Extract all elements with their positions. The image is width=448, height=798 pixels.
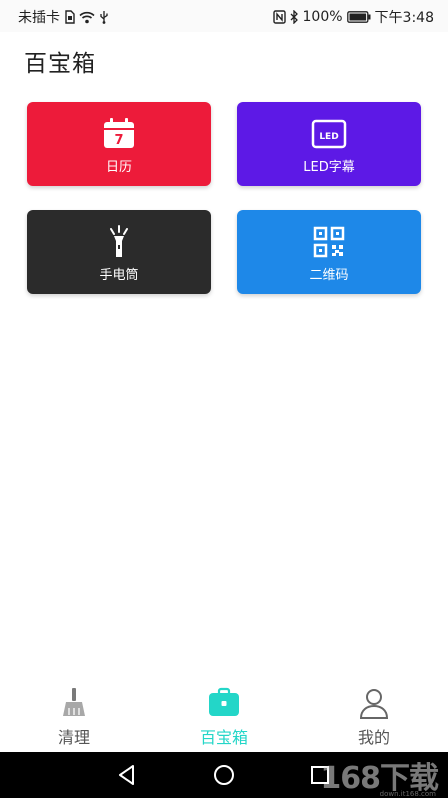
status-right: 100% 下午3:48 <box>272 7 434 27</box>
toolbox-icon <box>207 686 241 720</box>
nfc-icon <box>272 10 286 24</box>
status-left: 未插卡 <box>18 7 109 27</box>
nav-item-mine[interactable]: 我的 <box>314 680 434 752</box>
qrcode-label: 二维码 <box>309 268 349 283</box>
status-bar: 未插卡 100% 下午3:48 <box>0 0 448 32</box>
calendar-icon-day: 7 <box>114 133 123 148</box>
watermark-logo: 168下载 down.it168.com <box>320 754 439 798</box>
usb-icon <box>99 10 109 24</box>
led-icon-text: LED <box>319 132 338 142</box>
calendar-icon: 7 <box>101 116 137 152</box>
nav-label-mine: 我的 <box>357 728 390 747</box>
flashlight-icon <box>101 224 137 260</box>
home-icon <box>201 763 247 787</box>
nav-label-toolbox: 百宝箱 <box>199 728 248 747</box>
qrcode-icon <box>311 224 347 260</box>
nav-item-toolbox[interactable]: 百宝箱 <box>164 680 284 752</box>
wifi-icon <box>79 11 95 24</box>
watermark-sub: down.it168.com <box>379 790 436 798</box>
clock-text: 下午3:48 <box>374 10 434 26</box>
page-title: 百宝箱 <box>24 51 96 77</box>
led-subtitle-card[interactable]: LED LED字幕 <box>237 102 421 186</box>
user-icon <box>357 686 391 720</box>
battery-percent-text: 100% <box>302 9 343 25</box>
nav-label-clean: 清理 <box>57 728 90 747</box>
flashlight-card[interactable]: 手电筒 <box>27 210 211 294</box>
bottom-nav: 清理 百宝箱 我的 <box>0 680 448 752</box>
back-button[interactable] <box>104 752 150 798</box>
nav-item-clean[interactable]: 清理 <box>14 680 134 752</box>
flashlight-label: 手电筒 <box>99 268 139 283</box>
back-icon <box>104 763 150 787</box>
sim-status-text: 未插卡 <box>18 10 60 26</box>
bluetooth-icon <box>290 10 299 24</box>
qrcode-card[interactable]: 二维码 <box>237 210 421 294</box>
calendar-label: 日历 <box>105 160 132 175</box>
led-label: LED字幕 <box>303 160 355 175</box>
broom-icon <box>57 686 91 720</box>
sim-card-icon <box>64 10 75 24</box>
calendar-card[interactable]: 7 日历 <box>27 102 211 186</box>
home-button[interactable] <box>201 752 247 798</box>
battery-icon <box>346 11 371 23</box>
led-icon: LED <box>311 116 347 152</box>
